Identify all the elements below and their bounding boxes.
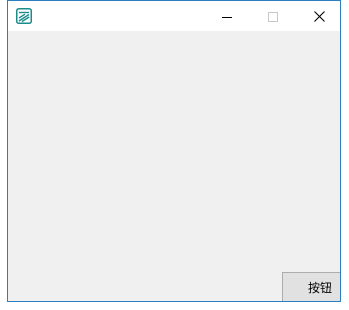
action-button[interactable]: 按钮	[282, 272, 340, 301]
title-bar[interactable]	[8, 1, 340, 31]
maximize-button[interactable]	[250, 1, 296, 31]
maximize-icon	[268, 7, 278, 26]
minimize-button[interactable]	[204, 1, 250, 31]
client-area: 按钮	[8, 31, 340, 301]
app-window: 按钮	[7, 0, 341, 302]
close-icon	[313, 7, 325, 26]
action-button-label: 按钮	[307, 280, 332, 295]
close-button[interactable]	[296, 1, 340, 31]
minimize-icon	[222, 7, 232, 26]
app-logo-icon	[16, 8, 32, 24]
